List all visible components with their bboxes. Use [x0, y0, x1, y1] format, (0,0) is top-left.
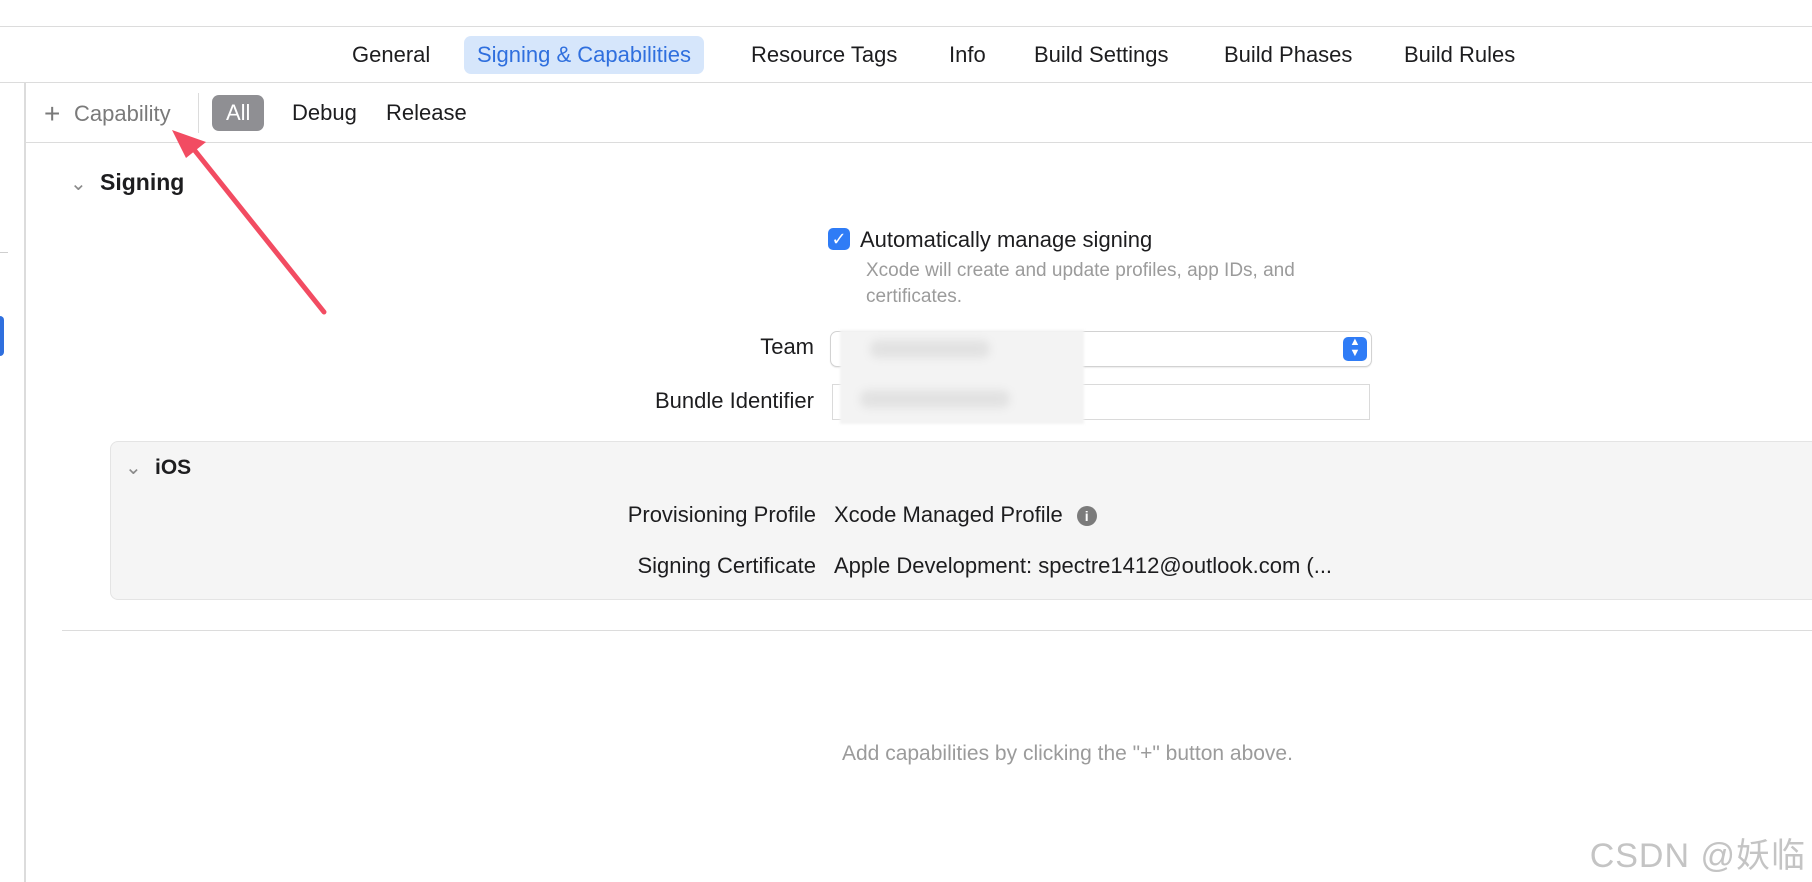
chevron-up-down-icon: ▲ ▼ — [1343, 337, 1367, 361]
editor-tab-bar: General Signing & Capabilities Resource … — [0, 34, 1812, 76]
signing-certificate-value: Apple Development: spectre1412@outlook.c… — [834, 553, 1333, 578]
capability-filter-bar: + Capability All Debug Release — [26, 84, 1812, 142]
filter-all[interactable]: All — [212, 95, 265, 131]
filter-separator — [198, 93, 199, 133]
sidebar-divider — [0, 252, 8, 253]
sidebar-selection-indicator[interactable] — [0, 316, 4, 356]
chevron-down-icon[interactable]: ⌄ — [70, 170, 100, 198]
add-capability-button[interactable]: + Capability — [44, 96, 171, 132]
provisioning-profile-text: Xcode Managed Profile — [834, 502, 1063, 527]
signing-section-header[interactable]: ⌄ Signing — [70, 168, 184, 196]
arrow-shaft — [189, 144, 327, 315]
filter-release[interactable]: Release — [372, 95, 481, 131]
tab-divider — [0, 82, 1812, 83]
redacted-blur — [840, 330, 1084, 424]
watermark: CSDN @妖临 — [1589, 837, 1806, 875]
empty-capabilities-hint: Add capabilities by clicking the "+" but… — [842, 742, 1293, 765]
section-divider — [62, 630, 1812, 631]
info-icon[interactable]: i — [1076, 506, 1097, 526]
add-capability-label: Capability — [74, 101, 171, 126]
ios-group-title: iOS — [155, 456, 192, 479]
filter-divider — [26, 142, 1812, 143]
tab-info[interactable]: Info — [936, 36, 999, 74]
plus-icon: + — [44, 98, 61, 129]
tab-build-settings[interactable]: Build Settings — [1021, 36, 1182, 74]
bundle-identifier-label: Bundle Identifier — [655, 388, 814, 413]
ios-group-header[interactable]: ⌄ iOS — [125, 454, 191, 482]
team-label: Team — [760, 334, 814, 359]
auto-manage-signing-checkbox[interactable]: ✓ — [828, 228, 850, 250]
signing-certificate-label: Signing Certificate — [637, 553, 816, 578]
filter-debug[interactable]: Debug — [278, 95, 371, 131]
tab-build-phases[interactable]: Build Phases — [1211, 36, 1365, 74]
provisioning-profile-value: Xcode Managed Profile i — [834, 500, 1097, 530]
sidebar-border — [24, 83, 26, 882]
tab-general[interactable]: General — [339, 36, 443, 74]
top-divider — [0, 26, 1812, 27]
auto-manage-signing-label: Automatically manage signing — [860, 227, 1153, 252]
auto-manage-signing-description: Xcode will create and update profiles, a… — [866, 260, 1295, 307]
tab-resource-tags[interactable]: Resource Tags — [738, 36, 910, 74]
signing-section-title: Signing — [100, 169, 185, 195]
tab-build-rules[interactable]: Build Rules — [1391, 36, 1528, 74]
tab-signing-capabilities[interactable]: Signing & Capabilities — [464, 36, 705, 74]
chevron-down-icon[interactable]: ⌄ — [125, 454, 155, 482]
provisioning-profile-label: Provisioning Profile — [627, 502, 816, 527]
